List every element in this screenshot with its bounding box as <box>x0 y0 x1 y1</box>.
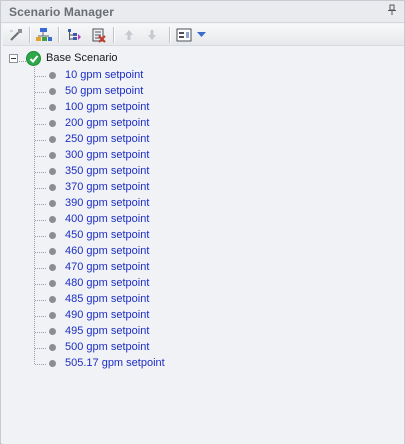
tree-item[interactable]: 400 gpm setpoint <box>2 212 302 228</box>
bullet-icon <box>49 88 56 95</box>
tree-item-label[interactable]: 250 gpm setpoint <box>65 133 149 145</box>
tree-item-label[interactable]: 100 gpm setpoint <box>65 101 149 113</box>
bullet-icon <box>49 136 56 143</box>
bullet-icon <box>49 280 56 287</box>
tree-item[interactable]: 485 gpm setpoint <box>2 292 302 308</box>
tree-item[interactable]: 350 gpm setpoint <box>2 164 302 180</box>
tree-root-base-scenario[interactable]: Base Scenario <box>2 50 202 68</box>
wand-icon[interactable] <box>6 26 26 44</box>
scenario-tree: Base Scenario 10 gpm setpoint 50 gpm setp… <box>2 47 404 444</box>
tree-item-label[interactable]: 400 gpm setpoint <box>65 213 149 225</box>
tree-item[interactable]: 250 gpm setpoint <box>2 132 302 148</box>
tree-item-label[interactable]: 390 gpm setpoint <box>65 197 149 209</box>
bullet-icon <box>49 72 56 79</box>
tree-item[interactable]: 300 gpm setpoint <box>2 148 302 164</box>
bullet-icon <box>49 264 56 271</box>
tree-item[interactable]: 390 gpm setpoint <box>2 196 302 212</box>
toolbar <box>3 24 404 46</box>
scenario-manager-panel: Scenario Manager Base Scenario 10 gpm se… <box>0 0 405 444</box>
tree-item[interactable]: 200 gpm setpoint <box>2 116 302 132</box>
bullet-icon <box>49 168 56 175</box>
tree-item[interactable]: 460 gpm setpoint <box>2 244 302 260</box>
tree-item-label[interactable]: 350 gpm setpoint <box>65 165 149 177</box>
delete-icon[interactable] <box>88 26 108 44</box>
bullet-icon <box>49 152 56 159</box>
panel-title-bar: Scenario Manager <box>1 1 404 23</box>
tree-item[interactable]: 500 gpm setpoint <box>2 340 302 356</box>
check-status-icon <box>26 51 41 66</box>
bullet-icon <box>49 184 56 191</box>
tree-item-label[interactable]: 495 gpm setpoint <box>65 325 149 337</box>
bullet-icon <box>49 232 56 239</box>
tree-item[interactable]: 505.17 gpm setpoint <box>2 356 302 372</box>
bullet-icon <box>49 312 56 319</box>
tree-item[interactable]: 495 gpm setpoint <box>2 324 302 340</box>
bullet-icon <box>49 200 56 207</box>
clone-scenario-icon[interactable] <box>34 26 54 44</box>
bullet-icon <box>49 296 56 303</box>
tree-item-label[interactable]: 505.17 gpm setpoint <box>65 357 165 369</box>
tree-item[interactable]: 470 gpm setpoint <box>2 260 302 276</box>
collapse-icon[interactable] <box>9 54 18 63</box>
view-options-icon[interactable] <box>174 26 194 44</box>
tree-item-label[interactable]: 470 gpm setpoint <box>65 261 149 273</box>
tree-item-label[interactable]: 370 gpm setpoint <box>65 181 149 193</box>
tree-item[interactable]: 450 gpm setpoint <box>2 228 302 244</box>
bullet-icon <box>49 104 56 111</box>
tree-item[interactable]: 480 gpm setpoint <box>2 276 302 292</box>
tree-item-label[interactable]: 460 gpm setpoint <box>65 245 149 257</box>
tree-item-label[interactable]: 490 gpm setpoint <box>65 309 149 321</box>
tree-root-label[interactable]: Base Scenario <box>46 52 118 64</box>
bullet-icon <box>49 328 56 335</box>
tree-item-label[interactable]: 10 gpm setpoint <box>65 69 143 81</box>
move-up-icon <box>119 26 139 44</box>
tree-item[interactable]: 490 gpm setpoint <box>2 308 302 324</box>
dropdown-arrow-icon[interactable] <box>195 26 207 44</box>
bullet-icon <box>49 216 56 223</box>
bullet-icon <box>49 120 56 127</box>
bullet-icon <box>49 344 56 351</box>
tree-item[interactable]: 50 gpm setpoint <box>2 84 302 100</box>
tree-item-label[interactable]: 300 gpm setpoint <box>65 149 149 161</box>
tree-item-label[interactable]: 485 gpm setpoint <box>65 293 149 305</box>
tree-item-label[interactable]: 500 gpm setpoint <box>65 341 149 353</box>
move-down-icon <box>142 26 162 44</box>
tree-item-label[interactable]: 50 gpm setpoint <box>65 85 143 97</box>
bullet-icon <box>49 248 56 255</box>
tree-item-label[interactable]: 450 gpm setpoint <box>65 229 149 241</box>
tree-item[interactable]: 370 gpm setpoint <box>2 180 302 196</box>
promote-icon[interactable] <box>64 26 84 44</box>
pin-icon[interactable] <box>386 4 398 18</box>
tree-item[interactable]: 100 gpm setpoint <box>2 100 302 116</box>
tree-item-label[interactable]: 480 gpm setpoint <box>65 277 149 289</box>
bullet-icon <box>49 360 56 367</box>
panel-title: Scenario Manager <box>9 5 114 19</box>
tree-item[interactable]: 10 gpm setpoint <box>2 68 302 84</box>
tree-item-label[interactable]: 200 gpm setpoint <box>65 117 149 129</box>
